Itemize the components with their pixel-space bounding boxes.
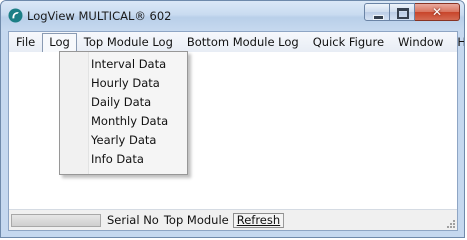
menu-item-yearly-data[interactable]: Yearly Data bbox=[60, 131, 187, 150]
menu-bottom-module-log[interactable]: Bottom Module Log bbox=[180, 33, 306, 51]
progress-bar bbox=[11, 213, 101, 227]
menu-log[interactable]: Log bbox=[42, 32, 77, 52]
logview-app-icon[interactable] bbox=[8, 8, 23, 23]
menu-item-interval-data[interactable]: Interval Data bbox=[60, 55, 187, 74]
menu-help[interactable]: Help bbox=[450, 33, 464, 51]
menu-window[interactable]: Window bbox=[391, 33, 450, 51]
title-bar[interactable]: LogView MULTICAL® 602 ✕ bbox=[1, 1, 464, 31]
close-icon: ✕ bbox=[431, 5, 443, 19]
log-dropdown-menu: Interval Data Hourly Data Daily Data Mon… bbox=[59, 51, 188, 175]
menu-item-daily-data[interactable]: Daily Data bbox=[60, 93, 187, 112]
serial-no-label: Serial No bbox=[107, 213, 159, 227]
maximize-button[interactable] bbox=[390, 3, 415, 21]
window-title: LogView MULTICAL® 602 bbox=[27, 9, 172, 23]
client-area: File Log Top Module Log Bottom Module Lo… bbox=[8, 31, 464, 231]
close-button[interactable]: ✕ bbox=[415, 3, 460, 21]
status-bar: Serial No Top Module Refresh bbox=[9, 209, 457, 230]
menu-item-info-data[interactable]: Info Data bbox=[60, 150, 187, 169]
menu-item-monthly-data[interactable]: Monthly Data bbox=[60, 112, 187, 131]
menu-item-hourly-data[interactable]: Hourly Data bbox=[60, 74, 187, 93]
menu-bar: File Log Top Module Log Bottom Module Lo… bbox=[9, 32, 464, 53]
caption-buttons: ✕ bbox=[364, 3, 460, 22]
refresh-button[interactable]: Refresh bbox=[232, 212, 285, 228]
menu-quick-figure[interactable]: Quick Figure bbox=[306, 33, 391, 51]
minimize-button[interactable] bbox=[364, 3, 390, 21]
minimize-icon bbox=[373, 15, 384, 20]
maximize-icon bbox=[397, 8, 409, 19]
menu-file[interactable]: File bbox=[9, 33, 42, 51]
resize-grip-icon[interactable] bbox=[446, 219, 455, 228]
module-label: Top Module bbox=[163, 213, 229, 227]
menu-top-module-log[interactable]: Top Module Log bbox=[77, 33, 180, 51]
app-window: LogView MULTICAL® 602 ✕ File Log Top Mod… bbox=[0, 0, 465, 238]
